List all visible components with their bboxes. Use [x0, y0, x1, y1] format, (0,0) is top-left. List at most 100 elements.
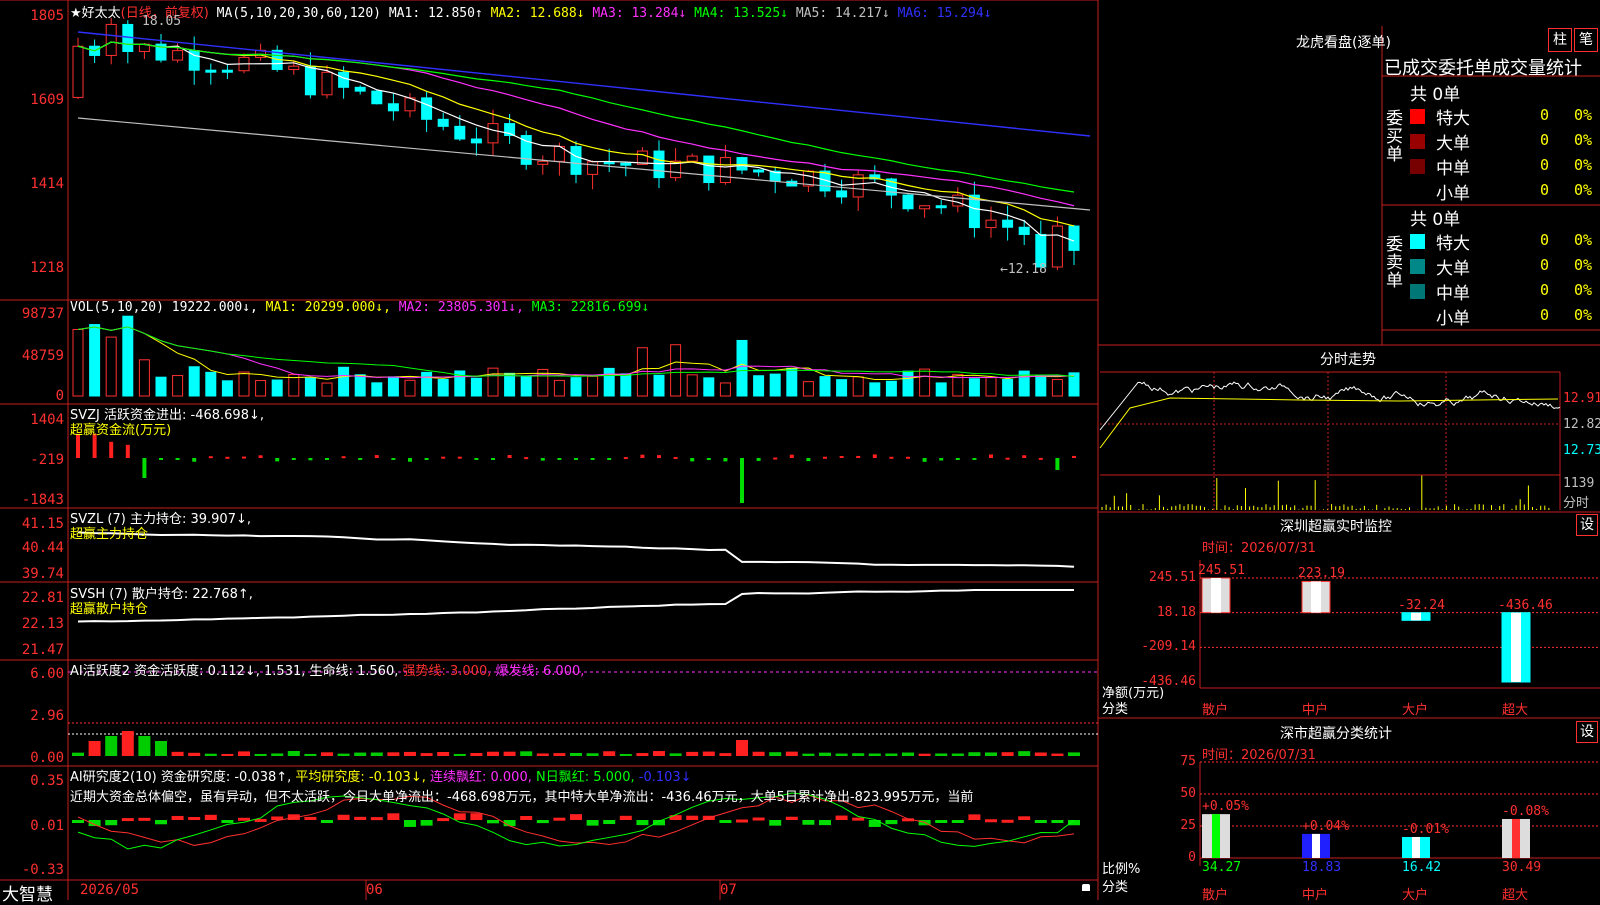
money-flow-bar [192, 458, 197, 462]
volume-bar [852, 376, 864, 397]
order-size-swatch [1410, 284, 1425, 299]
lhb-title: 龙虎看盘(逐单) [1296, 35, 1391, 51]
y-tick: -219 [30, 452, 64, 468]
order-percent: 0% [1574, 281, 1593, 299]
research-bar [951, 820, 964, 823]
order-size-name: 小单 [1436, 309, 1470, 329]
activity-bar [121, 731, 134, 756]
date-label: 06 [366, 882, 383, 898]
money-flow-bar [607, 458, 612, 460]
high-price-label: 18.05 [142, 14, 182, 29]
candle-body [719, 157, 731, 184]
category-label: 超大 [1502, 888, 1529, 903]
bar-change-label: +0.05% [1202, 799, 1249, 815]
money-flow-bar [125, 444, 130, 458]
money-flow-bar [972, 458, 977, 460]
candle-body [537, 160, 549, 165]
y-tick: 22.13 [21, 616, 64, 632]
activity-bar [885, 753, 898, 756]
activity-bar [171, 751, 184, 756]
research-bar [636, 820, 649, 826]
volume-bar [769, 373, 781, 397]
order-size-swatch [1410, 234, 1425, 249]
volume-bar [603, 367, 615, 397]
money-flow-bar [175, 458, 180, 460]
money-flow-bar [789, 454, 794, 458]
research-bar [470, 813, 483, 820]
stock-name[interactable]: ★好太太 [70, 6, 121, 21]
money-flow-bar [806, 458, 811, 462]
ai-research-summary: 近期大资金总体偏空，虽有异动，但不太活跃，今日大单净流出：-468.698万元，… [70, 790, 974, 805]
candle-body [935, 205, 947, 209]
volume-bar [753, 375, 765, 397]
research-bar [935, 820, 948, 823]
activity-bar [719, 753, 732, 756]
money-flow-bar [491, 458, 495, 460]
money-flow-bar [872, 454, 877, 458]
net-amount-bar-shine [1311, 581, 1321, 613]
intraday-vol-unit: 分时 [1563, 496, 1590, 511]
candle-body [221, 69, 233, 73]
candle-body [437, 118, 449, 127]
activity-bar [155, 741, 167, 756]
candle-body [952, 194, 964, 207]
money-flow-bar [408, 458, 412, 462]
pen-view-button[interactable]: 笔 [1574, 28, 1598, 52]
activity-bar [503, 751, 516, 756]
buy-total: 共 0单 [1410, 85, 1461, 105]
bar-change-label: +0.04% [1302, 818, 1349, 834]
money-flow-bar [109, 441, 114, 458]
category-label: 中户 [1302, 703, 1329, 718]
money-flow-bar [524, 457, 529, 460]
chart-canvas[interactable] [0, 0, 1600, 900]
sz-monitor-settings-button[interactable]: 设 [1576, 514, 1598, 536]
sell-side-label: 委卖单 [1386, 235, 1403, 291]
bar-percent-label: 34.27 [1202, 860, 1242, 875]
ma5-value: MA5: 14.217↓ [795, 6, 890, 21]
volume-bar [321, 382, 333, 397]
low-price-label: ←12.18 [1000, 262, 1047, 277]
bar-change-label: -0.08% [1502, 803, 1549, 819]
research-bar [404, 820, 416, 827]
lock-icon[interactable] [1082, 884, 1090, 891]
volume-bar [786, 367, 798, 397]
volume-bar [935, 382, 947, 397]
order-size-name: 大单 [1436, 134, 1470, 154]
y-tick: 98737 [21, 306, 64, 322]
lhb-tab-header[interactable]: 已成交委托单成交量统计 [1384, 54, 1582, 80]
research-bar [387, 813, 400, 820]
research-bar [171, 815, 184, 820]
y-tick: 25 [1180, 818, 1196, 833]
research-bar [736, 819, 748, 823]
sz-stats-settings-button[interactable]: 设 [1576, 721, 1598, 743]
activity-bar [570, 752, 582, 756]
activity-bar [736, 740, 748, 756]
column-view-button[interactable]: 柱 [1548, 28, 1572, 52]
candle-body [321, 71, 333, 96]
volume-bar [836, 379, 848, 397]
candle-body [105, 23, 117, 56]
ai-research-label: AI研究度2(10) 资金研究度: -0.038↑, [70, 770, 292, 785]
order-size-name: 特大 [1436, 234, 1470, 254]
money-flow-bar [391, 458, 396, 460]
ai-research-nday: N日飘红: 5.000, [536, 770, 635, 785]
research-bar [553, 817, 566, 821]
money-flow-bar [673, 457, 678, 460]
research-bar [238, 817, 250, 821]
candle-body [205, 69, 217, 73]
order-percent: 0% [1574, 231, 1593, 249]
y-tick: -436.46 [1141, 674, 1196, 689]
activity-bar [437, 752, 450, 756]
volume-bar [387, 376, 399, 397]
activity-bar [752, 751, 765, 756]
vol-header: VOL(5,10,20) 19222.000↓, MA1: 20299.000↓… [70, 300, 649, 315]
activity-bar [619, 753, 632, 756]
y-tick: 2.96 [30, 708, 64, 724]
volume-bar [819, 376, 831, 397]
candle-body [1002, 219, 1014, 228]
sz-stats-x-caption: 分类 [1102, 880, 1129, 895]
activity-bar [553, 753, 566, 756]
sell-total: 共 0单 [1410, 210, 1461, 230]
ai-active-strong: 强势线: 3.000, [402, 664, 492, 679]
money-flow-bar [275, 458, 280, 462]
